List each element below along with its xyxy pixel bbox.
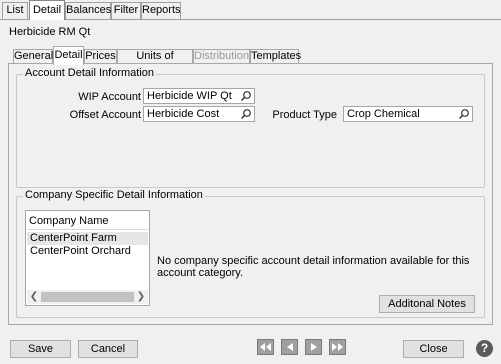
list-header-divider bbox=[27, 229, 148, 230]
wip-account-value: Herbicide WIP Qt bbox=[147, 90, 232, 102]
subtab-prices[interactable]: Prices bbox=[84, 49, 117, 64]
no-company-detail-message: No company specific account detail infor… bbox=[157, 255, 470, 279]
tab-list[interactable]: List bbox=[2, 2, 28, 19]
subtab-templates[interactable]: Templates bbox=[250, 49, 301, 64]
subtab-distributions: Distributions bbox=[193, 49, 255, 64]
account-detail-title: Account Detail Information bbox=[23, 67, 157, 79]
next-record-icon bbox=[310, 343, 317, 351]
search-icon[interactable] bbox=[240, 108, 252, 120]
subtab-general[interactable]: General bbox=[13, 49, 53, 64]
tab-filter[interactable]: Filter bbox=[111, 2, 141, 19]
help-icon[interactable]: ? bbox=[476, 340, 493, 357]
product-type-label: Product Type bbox=[272, 109, 337, 121]
previous-record-button[interactable] bbox=[281, 339, 298, 355]
wip-account-field[interactable]: Herbicide WIP Qt bbox=[143, 88, 255, 104]
search-icon[interactable] bbox=[458, 108, 470, 120]
additional-notes-button[interactable]: Additonal Notes bbox=[379, 295, 475, 313]
company-list[interactable]: Company Name CenterPoint Farm CenterPoin… bbox=[25, 210, 150, 306]
tab-detail[interactable]: Detail bbox=[29, 0, 65, 20]
scroll-right-icon[interactable]: ❯ bbox=[134, 290, 148, 304]
offset-account-field[interactable]: Herbicide Cost bbox=[143, 106, 255, 122]
close-button[interactable]: Close bbox=[403, 340, 464, 358]
company-item-centerpoint-orchard[interactable]: CenterPoint Orchard bbox=[27, 245, 148, 258]
wip-account-label: WIP Account bbox=[78, 91, 141, 103]
product-type-value: Crop Chemical bbox=[347, 108, 420, 120]
subtab-detail[interactable]: Detail bbox=[53, 46, 84, 65]
product-type-field[interactable]: Crop Chemical bbox=[343, 106, 473, 122]
search-icon[interactable] bbox=[240, 90, 252, 102]
offset-account-value: Herbicide Cost bbox=[147, 108, 220, 120]
tab-bar-divider bbox=[0, 19, 501, 20]
tab-balances[interactable]: Balances bbox=[65, 2, 111, 19]
tab-reports[interactable]: Reports bbox=[141, 2, 181, 19]
company-detail-group: Company Specific Detail Information Comp… bbox=[16, 189, 485, 318]
subtab-units-of-measure[interactable]: Units of Measure bbox=[117, 49, 193, 75]
company-detail-title: Company Specific Detail Information bbox=[23, 189, 205, 201]
company-name-column-header: Company Name bbox=[29, 215, 109, 227]
account-detail-group: Account Detail Information WIP Account H… bbox=[16, 67, 485, 188]
offset-account-label: Offset Account bbox=[69, 109, 141, 121]
horizontal-scrollbar[interactable]: ❮ ❯ bbox=[27, 290, 148, 304]
detail-panel: Account Detail Information WIP Account H… bbox=[8, 63, 493, 325]
page-title: Herbicide RM Qt bbox=[9, 26, 91, 38]
scrollbar-thumb[interactable] bbox=[41, 292, 134, 302]
next-record-button[interactable] bbox=[305, 339, 322, 355]
last-record-icon bbox=[332, 343, 343, 351]
first-record-button[interactable] bbox=[257, 339, 274, 355]
save-button[interactable]: Save bbox=[10, 340, 71, 358]
top-tab-bar: List Detail Balances Filter Reports bbox=[0, 0, 501, 20]
last-record-button[interactable] bbox=[329, 339, 346, 355]
scroll-left-icon[interactable]: ❮ bbox=[27, 290, 41, 304]
first-record-icon bbox=[260, 343, 271, 351]
previous-record-icon bbox=[286, 343, 293, 351]
cancel-button[interactable]: Cancel bbox=[78, 340, 138, 358]
company-item-centerpoint-farm[interactable]: CenterPoint Farm bbox=[27, 232, 148, 245]
